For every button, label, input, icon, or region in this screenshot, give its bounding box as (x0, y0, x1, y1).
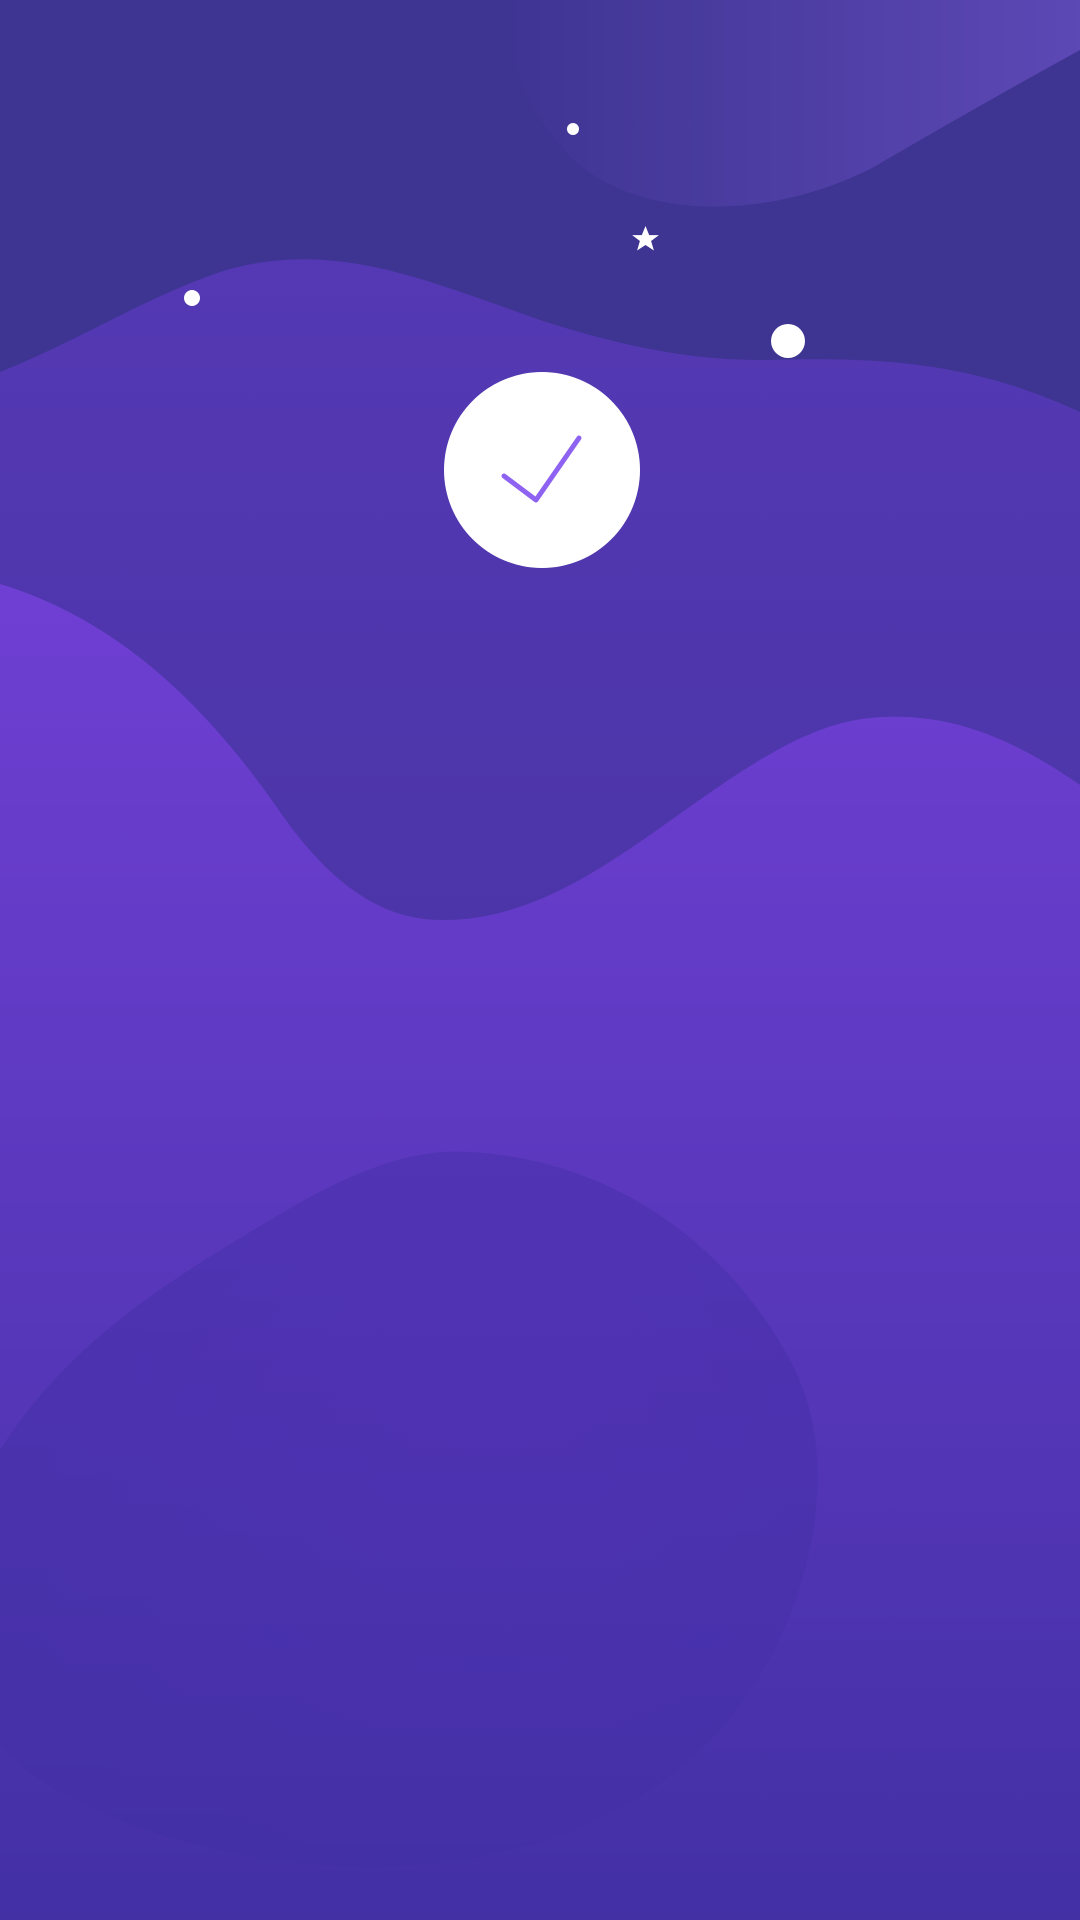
success-screen (0, 0, 1080, 1920)
sparkle-dot-icon (771, 324, 805, 358)
success-check-icon (501, 435, 582, 503)
background-illustration (0, 0, 1080, 1920)
checkmark-icon (501, 435, 582, 503)
success-badge (444, 372, 640, 568)
sparkle-dot-icon (184, 290, 200, 306)
sparkle-dot-icon (567, 123, 579, 135)
